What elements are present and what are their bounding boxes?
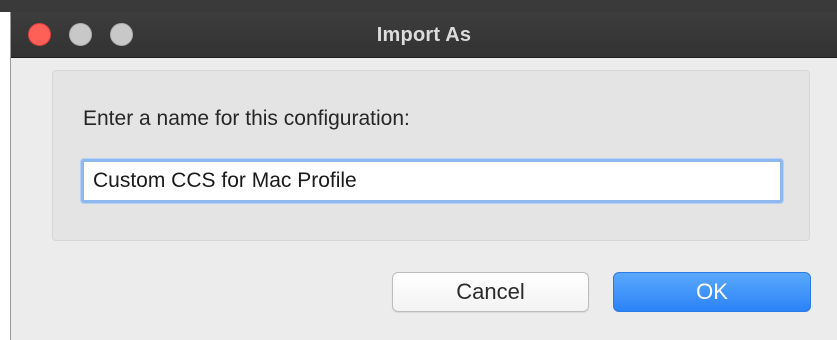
- title-bar[interactable]: Import As: [11, 12, 837, 58]
- cancel-button[interactable]: Cancel: [392, 272, 589, 312]
- screen: Import As Enter a name for this configur…: [0, 0, 837, 340]
- desktop-backdrop: [0, 0, 837, 12]
- name-prompt-label: Enter a name for this configuration:: [83, 107, 410, 130]
- name-group-box: Enter a name for this configuration:: [52, 70, 810, 241]
- import-as-dialog: Import As Enter a name for this configur…: [10, 12, 837, 340]
- ok-button[interactable]: OK: [613, 272, 811, 312]
- configuration-name-input[interactable]: [81, 159, 783, 203]
- dialog-content: Enter a name for this configuration: Can…: [11, 58, 837, 340]
- window-title: Import As: [376, 24, 472, 46]
